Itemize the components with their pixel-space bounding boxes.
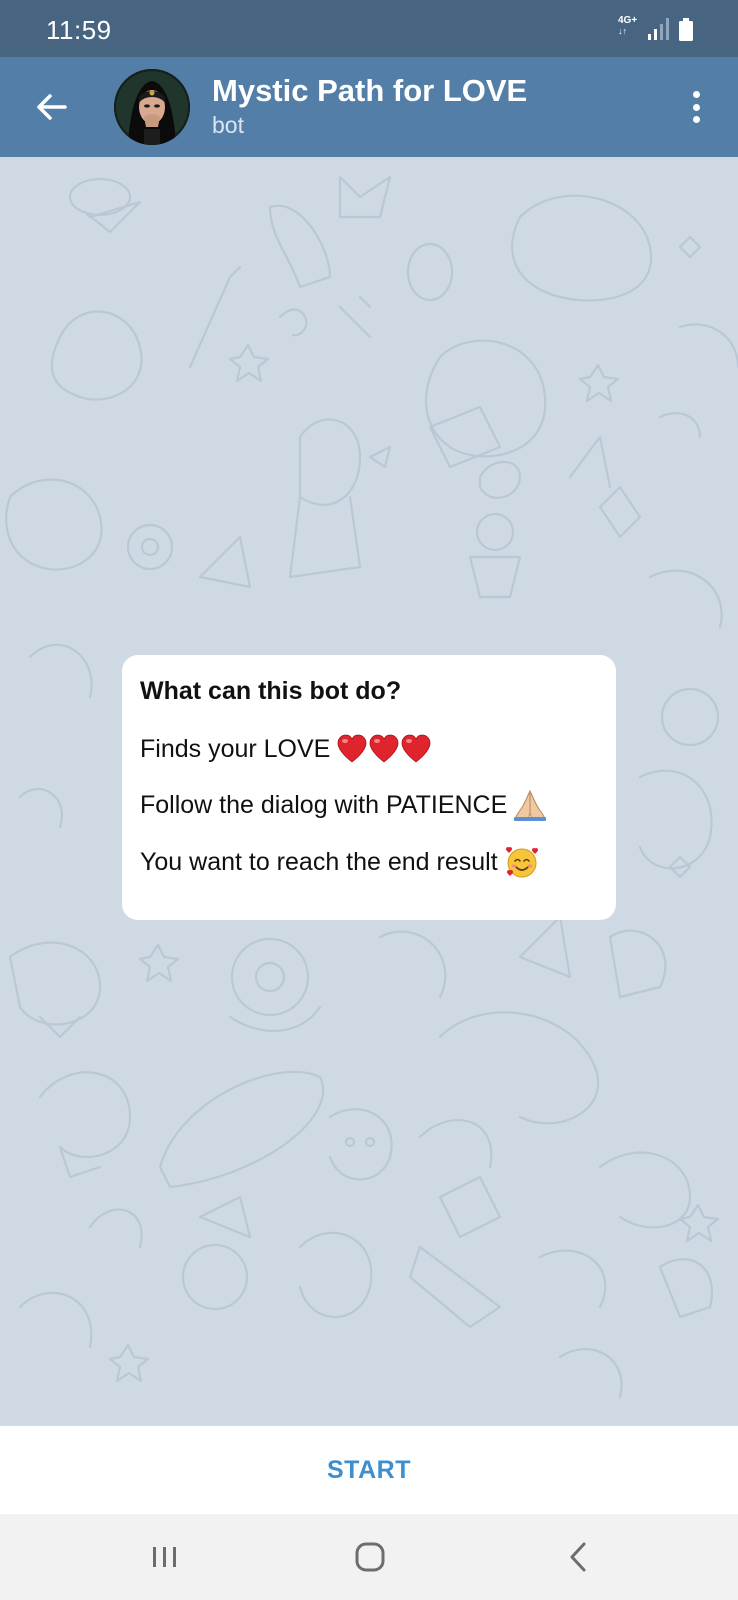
bot-avatar[interactable]	[114, 69, 190, 145]
recent-apps-icon[interactable]	[150, 1542, 180, 1572]
chat-area: What can this bot do? Finds your LOVE Fo…	[0, 157, 738, 1425]
bot-info-card: What can this bot do? Finds your LOVE Fo…	[122, 655, 616, 920]
start-bar: START	[0, 1425, 738, 1514]
avatar-image	[114, 69, 190, 145]
red-heart-emoji	[337, 734, 431, 763]
system-nav-bar	[0, 1514, 738, 1600]
back-chevron-icon[interactable]	[566, 1541, 590, 1573]
signal-icon	[648, 18, 669, 40]
chat-subtitle: bot	[212, 112, 244, 138]
more-vertical-icon	[692, 91, 700, 98]
home-icon[interactable]	[354, 1541, 386, 1573]
chat-title[interactable]: Mystic Path for LOVE	[212, 73, 527, 109]
folded-hands-emoji	[514, 789, 547, 821]
status-bar: 11:59 4G+ ↓↑	[0, 0, 738, 57]
smiling-face-with-hearts-emoji	[505, 847, 538, 878]
status-time: 11:59	[46, 15, 112, 45]
start-button[interactable]: START	[327, 1456, 411, 1485]
bot-info-line: You want to reach the end result	[140, 846, 598, 878]
network-type: 4G+	[618, 15, 638, 26]
bot-info-line: Finds your LOVE	[140, 734, 598, 764]
network-type-label: 4G+ ↓↑	[618, 15, 638, 37]
network-arrows: ↓↑	[618, 26, 627, 36]
arrow-left-icon	[37, 94, 67, 120]
battery-icon	[679, 18, 693, 41]
back-button[interactable]	[26, 82, 76, 132]
bot-info-line-text: Finds your LOVE	[140, 734, 331, 763]
bot-info-line-text: You want to reach the end result	[140, 847, 498, 876]
bot-info-title: What can this bot do?	[140, 677, 402, 705]
more-options-button[interactable]	[676, 85, 716, 129]
bot-info-line-text: Follow the dialog with PATIENCE	[140, 790, 508, 819]
chat-header: Mystic Path for LOVE bot	[0, 57, 738, 157]
bot-info-line: Follow the dialog with PATIENCE	[140, 789, 598, 821]
